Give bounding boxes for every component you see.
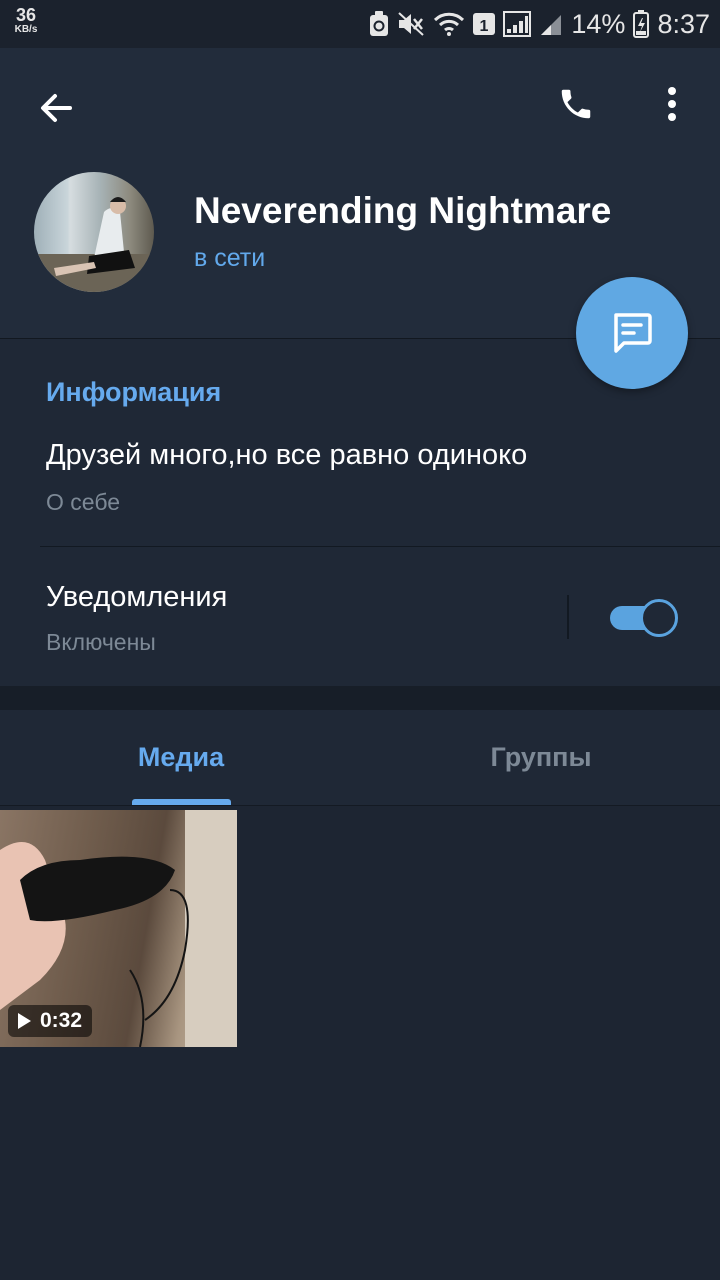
avatar[interactable]: [34, 172, 154, 292]
battery-percent: 14%: [571, 8, 626, 39]
notifications-title[interactable]: Уведомления: [46, 581, 227, 614]
wifi-icon: [433, 11, 465, 37]
signal-icon: [503, 11, 532, 37]
message-icon: [614, 313, 652, 353]
phone-icon: [561, 89, 591, 119]
sim-slot-number: 1: [480, 18, 489, 35]
send-message-button[interactable]: [576, 277, 688, 389]
back-button[interactable]: [28, 80, 84, 136]
battery-icon: [633, 10, 650, 38]
bio-label: О себе: [46, 489, 121, 515]
play-icon: [18, 1013, 31, 1029]
network-speed-value: 36: [15, 5, 37, 25]
clock: 8:37: [657, 8, 710, 39]
video-thumbnail[interactable]: 0:32: [0, 810, 237, 1047]
notifications-toggle[interactable]: [610, 599, 678, 637]
divider: [40, 546, 720, 547]
bio-text[interactable]: Друзей много,но все равно одиноко: [46, 439, 527, 472]
network-speed: 36 KB/s: [6, 6, 46, 35]
info-section: Информация Друзей много,но все равно оди…: [0, 338, 720, 687]
video-duration-badge: 0:32: [8, 1005, 93, 1037]
sync-icon: [369, 11, 389, 37]
active-tab-indicator: [132, 799, 231, 805]
avatar-photo: [34, 197, 154, 292]
call-button[interactable]: [548, 76, 604, 132]
video-duration: 0:32: [40, 1009, 83, 1032]
notifications-status: Включены: [46, 629, 156, 655]
media-grid: 0:32: [0, 806, 720, 1280]
tab-media[interactable]: Медиа: [0, 710, 362, 805]
back-arrow-icon: [41, 94, 72, 122]
signal-icon: [539, 11, 563, 37]
section-title: Информация: [46, 377, 222, 407]
toggle-knob: [640, 599, 678, 637]
sim-1-icon: 1: [473, 11, 496, 37]
media-tabs: Медиа Группы: [0, 710, 720, 806]
tab-groups[interactable]: Группы: [362, 710, 720, 805]
network-speed-unit: KB/s: [14, 24, 38, 35]
vertical-divider: [567, 595, 569, 639]
profile-name: Neverending Nightmare: [194, 190, 612, 231]
online-status: в сети: [194, 244, 266, 272]
section-gap: [0, 686, 720, 710]
mute-icon: [397, 11, 425, 37]
more-options-button[interactable]: [644, 76, 700, 132]
status-bar: 36 KB/s 1 14% 8:37: [0, 0, 720, 48]
more-vertical-icon: [668, 87, 676, 121]
